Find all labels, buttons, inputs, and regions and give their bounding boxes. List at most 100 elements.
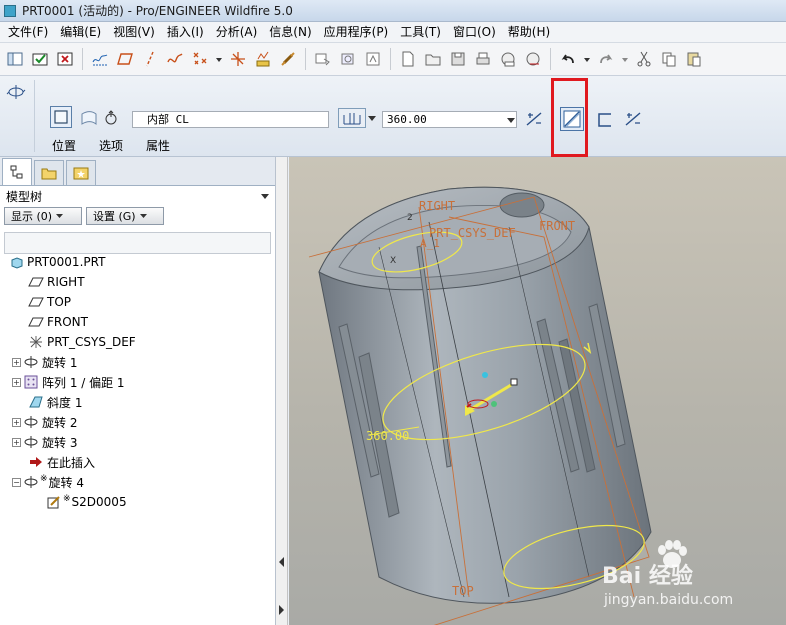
menu-analysis[interactable]: 分析(A) [210, 22, 264, 43]
panel-dropdown-icon[interactable] [261, 192, 269, 200]
revolve-dashboard: 内部 CL 360.00 位置 选项 属性 [0, 76, 786, 157]
undo-dropdown-icon[interactable] [582, 48, 592, 70]
tree-item[interactable]: ※ S2D0005 [0, 492, 272, 512]
email-icon[interactable] [497, 48, 519, 70]
tab-options[interactable]: 选项 [99, 137, 123, 154]
tree-item[interactable]: + 旋转 2 [0, 412, 272, 432]
cut-icon[interactable] [633, 48, 655, 70]
sketch-icon [46, 495, 62, 509]
pane-icon[interactable] [4, 48, 26, 70]
tree-item[interactable]: PRT0001.PRT [0, 252, 272, 272]
collapse-panel-arrow-icon[interactable] [278, 557, 285, 567]
settings-button[interactable]: 设置 (G) [86, 207, 164, 225]
window-check-icon[interactable] [29, 48, 51, 70]
watermark-url: jingyan.baidu.com [604, 592, 734, 608]
paste-icon[interactable] [683, 48, 705, 70]
sketch-curve-icon[interactable] [89, 48, 111, 70]
chain-icon[interactable] [277, 48, 299, 70]
csys-icon[interactable] [227, 48, 249, 70]
copy-icon[interactable] [658, 48, 680, 70]
menu-insert[interactable]: 插入(I) [161, 22, 210, 43]
chevron-down-icon [56, 214, 64, 218]
tree-filter-bar[interactable] [4, 232, 271, 254]
expand-icon[interactable]: + [12, 377, 21, 387]
thicken-sketch-icon[interactable] [597, 112, 613, 128]
draft-icon [28, 395, 44, 409]
menu-edit[interactable]: 编辑(E) [54, 22, 107, 43]
folder-icon [41, 168, 57, 180]
menu-info[interactable]: 信息(N) [263, 22, 317, 43]
model-tree: PRT0001.PRT RIGHT TOP FRONT PRT_CSYS_DEF… [0, 252, 272, 512]
variable-angle-icon [343, 113, 361, 125]
view-manager-icon[interactable] [362, 48, 384, 70]
tree-item[interactable]: RIGHT [0, 272, 272, 292]
tree-item[interactable]: + 旋转 1 [0, 352, 272, 372]
menu-window[interactable]: 窗口(O) [447, 22, 502, 43]
redo-dropdown-icon[interactable] [620, 48, 630, 70]
undo-icon[interactable] [557, 48, 579, 70]
analysis-icon[interactable] [252, 48, 274, 70]
tree-item[interactable]: TOP [0, 292, 272, 312]
orient-icon[interactable] [312, 48, 334, 70]
panel-splitter[interactable] [276, 157, 288, 625]
angle-type-dropdown-icon[interactable] [368, 114, 376, 122]
watermark: Bai 经验 jingyan.baidu.com [596, 540, 786, 620]
menu-tools[interactable]: 工具(T) [394, 22, 447, 43]
favorites-icon [73, 167, 89, 180]
tab-model-tree[interactable] [2, 158, 32, 185]
email-link-icon[interactable] [522, 48, 544, 70]
sketch-ref-field[interactable]: 内部 CL [132, 111, 329, 128]
thicken-flip-icon[interactable] [624, 111, 642, 127]
solid-button[interactable] [50, 106, 72, 128]
datum-curve-icon[interactable] [164, 48, 186, 70]
datum-point-icon[interactable] [189, 48, 211, 70]
tree-item-label: PRT_CSYS_DEF [47, 335, 136, 349]
saved-view-icon[interactable] [337, 48, 359, 70]
tab-properties[interactable]: 属性 [146, 137, 170, 154]
datum-plane-icon [28, 315, 44, 329]
redo-icon[interactable] [595, 48, 617, 70]
expand-icon[interactable]: + [12, 357, 21, 367]
tree-item[interactable]: PRT_CSYS_DEF [0, 332, 272, 352]
show-button-label: 显示 (0) [11, 210, 53, 223]
angle-type-button[interactable] [338, 108, 366, 128]
watermark-brand: Bai 经验 [602, 564, 693, 589]
datum-axis-icon[interactable] [139, 48, 161, 70]
open-file-icon[interactable] [422, 48, 444, 70]
menu-help[interactable]: 帮助(H) [502, 22, 556, 43]
new-file-icon[interactable] [397, 48, 419, 70]
tree-item[interactable]: + 阵列 1 / 偏距 1 [0, 372, 272, 392]
surface-icon[interactable] [80, 110, 98, 126]
tree-item[interactable]: − ※ 旋转 4 [0, 472, 272, 492]
model-tree-header: 模型树 [0, 186, 275, 206]
tree-item[interactable]: 在此插入 [0, 452, 272, 472]
expand-panel-arrow-icon[interactable] [278, 605, 285, 615]
tab-folder-browser[interactable] [34, 160, 64, 185]
expand-icon[interactable]: + [12, 417, 21, 427]
tab-placement[interactable]: 位置 [52, 137, 76, 154]
save-icon[interactable] [447, 48, 469, 70]
angle-value-dropdown-icon[interactable] [507, 116, 515, 124]
show-button[interactable]: 显示 (0) [4, 207, 82, 225]
part-icon [8, 255, 24, 269]
dimension-value[interactable]: 360.00 [366, 429, 409, 443]
dropdown-arrow-icon[interactable] [214, 48, 224, 70]
menu-file[interactable]: 文件(F) [2, 22, 54, 43]
tree-item[interactable]: + 旋转 3 [0, 432, 272, 452]
window-title: PRT0001 (活动的) - Pro/ENGINEER Wildfire 5.… [22, 4, 293, 18]
tree-item-label: FRONT [47, 315, 88, 329]
tree-item[interactable]: 斜度 1 [0, 392, 272, 412]
datum-plane-icon[interactable] [114, 48, 136, 70]
tab-favorites[interactable] [66, 160, 96, 185]
angle-value-field[interactable]: 360.00 [382, 111, 517, 128]
expand-icon[interactable]: + [12, 437, 21, 447]
tree-item-label: RIGHT [47, 275, 85, 289]
flip-direction-icon[interactable] [525, 111, 543, 127]
window-close-icon[interactable] [54, 48, 76, 70]
menu-applications[interactable]: 应用程序(P) [318, 22, 395, 43]
menu-view[interactable]: 视图(V) [107, 22, 161, 43]
angle-direction-icon[interactable] [103, 109, 119, 127]
tree-item[interactable]: FRONT [0, 312, 272, 332]
print-icon[interactable] [472, 48, 494, 70]
collapse-icon[interactable]: − [12, 477, 21, 487]
